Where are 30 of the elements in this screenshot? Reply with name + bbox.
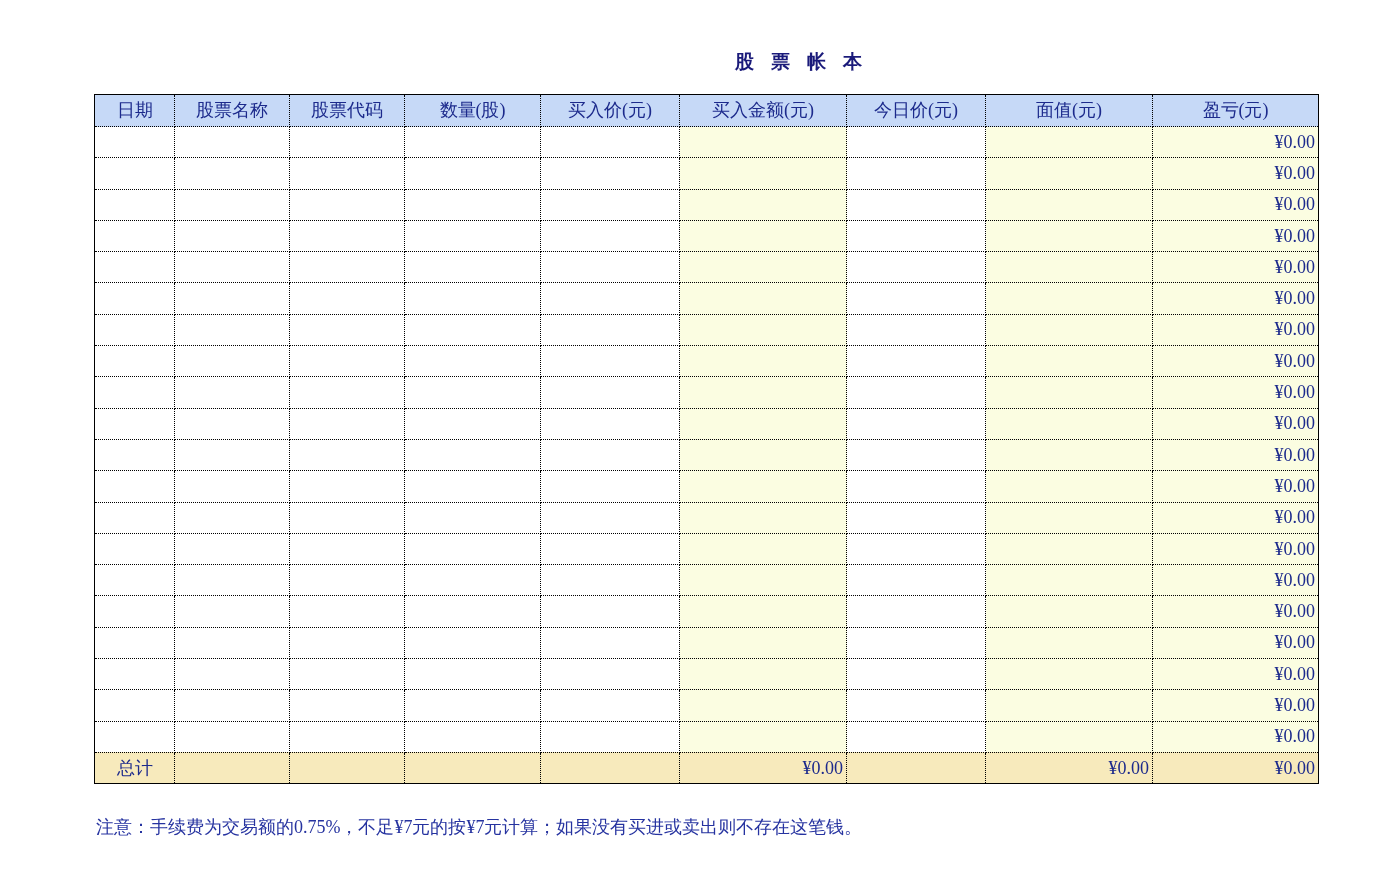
- table-cell: ¥0.00: [1152, 376, 1319, 409]
- table-cell: ¥0.00: [1152, 439, 1319, 471]
- column-header: 买入金额(元): [679, 94, 847, 127]
- table-cell: ¥0.00: [1152, 502, 1319, 534]
- table-cell: ¥0.00: [1152, 345, 1319, 377]
- table-cell: ¥0.00: [1152, 157, 1319, 190]
- column-header: 股票代码: [289, 94, 405, 127]
- table-cell: ¥0.00: [1152, 251, 1319, 283]
- table-cell: ¥0.00: [1152, 283, 1319, 315]
- table-cell: ¥0.00: [1152, 658, 1319, 690]
- table-cell: ¥0.00: [1152, 220, 1319, 252]
- column-header: 日期: [94, 94, 175, 127]
- table-cell: ¥0.00: [1152, 126, 1319, 158]
- column-header: 股票名称: [174, 94, 290, 127]
- table-cell: ¥0.00: [1152, 189, 1319, 221]
- table-cell: ¥0.00: [1152, 533, 1319, 565]
- table-cell: ¥0.00: [1152, 689, 1319, 722]
- column-header: 面值(元): [985, 94, 1153, 127]
- table-cell: ¥0.00: [1152, 721, 1319, 753]
- column-header: 数量(股): [404, 94, 541, 127]
- table-cell: ¥0.00: [1152, 595, 1319, 628]
- column-header: 买入价(元): [540, 94, 680, 127]
- table-cell: ¥0.00: [1152, 470, 1319, 503]
- column-header: 今日价(元): [846, 94, 986, 127]
- sheet-title: 股 票 帐 本: [735, 50, 868, 74]
- table-cell: ¥0.00: [1152, 564, 1319, 596]
- table-cell: ¥0.00: [1152, 627, 1319, 659]
- note-text: 注意：手续费为交易额的0.75%，不足¥7元的按¥7元计算；如果没有买进或卖出则不存在这笔钱。: [96, 817, 863, 838]
- table-cell: ¥0.00: [1152, 408, 1319, 440]
- table-cell: ¥0.00: [1152, 314, 1319, 346]
